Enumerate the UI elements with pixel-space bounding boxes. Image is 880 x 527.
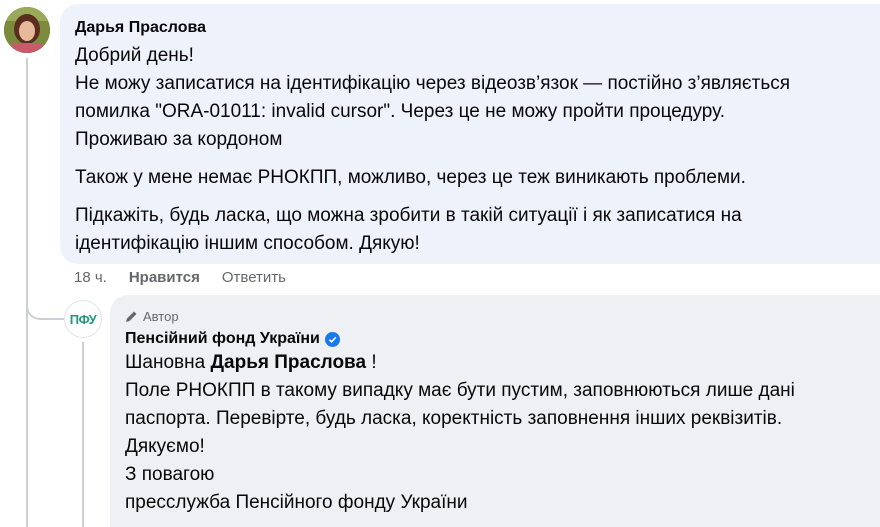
reply-line: Дякуємо! [125,436,205,457]
comment-line: Проживаю за кордоном [75,129,283,150]
reply-line: Поле РНОКПП в такому випадку має бути пу… [125,380,795,401]
avatar-photo [4,7,50,53]
comment-line: Добрий день! [75,45,194,66]
mentioned-name[interactable]: Дарья Праслова [210,352,366,373]
comment-line: Підкажіть, будь ласка, що можна зробити … [75,205,742,226]
avatar[interactable] [4,7,50,53]
comment-line: Не можу записатися на ідентифікацію чере… [75,73,791,94]
reply-author[interactable]: Пенсійний фонд України [125,329,320,349]
comment-time[interactable]: 18 ч. [74,268,107,288]
comment-line: Також у мене немає РНОКПП, можливо, чере… [75,167,746,188]
comment-bubble: Дарья Праслова Добрий день! Не можу запи… [60,4,880,264]
reply-greeting: Шановна Дарья Праслова ! [125,352,377,373]
comment-line: помилка "ORA-01011: invalid cursor". Чер… [75,101,726,122]
comment-line: ідентифікацію іншим способом. Дякую! [75,233,420,254]
pencil-icon [126,311,137,322]
reply-line: паспорта. Перевірте, будь ласка, коректн… [125,408,783,429]
reply-button[interactable]: Ответить [222,268,286,288]
like-button[interactable]: Нравится [129,268,200,288]
thread-line-reply [82,342,84,527]
verified-icon [324,331,340,347]
reply-line: пресслужба Пенсійного фонду України [125,492,468,513]
author-badge: Автор [125,307,864,325]
reply-bubble: Автор Пенсійний фонд України Шановна Дар… [110,295,880,527]
reply-line: З повагою [125,464,215,485]
comment-author[interactable]: Дарья Праслова [75,18,864,38]
comment-actions: 18 ч. Нравится Ответить [74,268,286,288]
thread-reply-connector [26,292,64,320]
pfu-logo: ПФУ [69,311,97,327]
author-badge-label: Автор [143,308,179,324]
page-avatar[interactable]: ПФУ [64,300,102,338]
